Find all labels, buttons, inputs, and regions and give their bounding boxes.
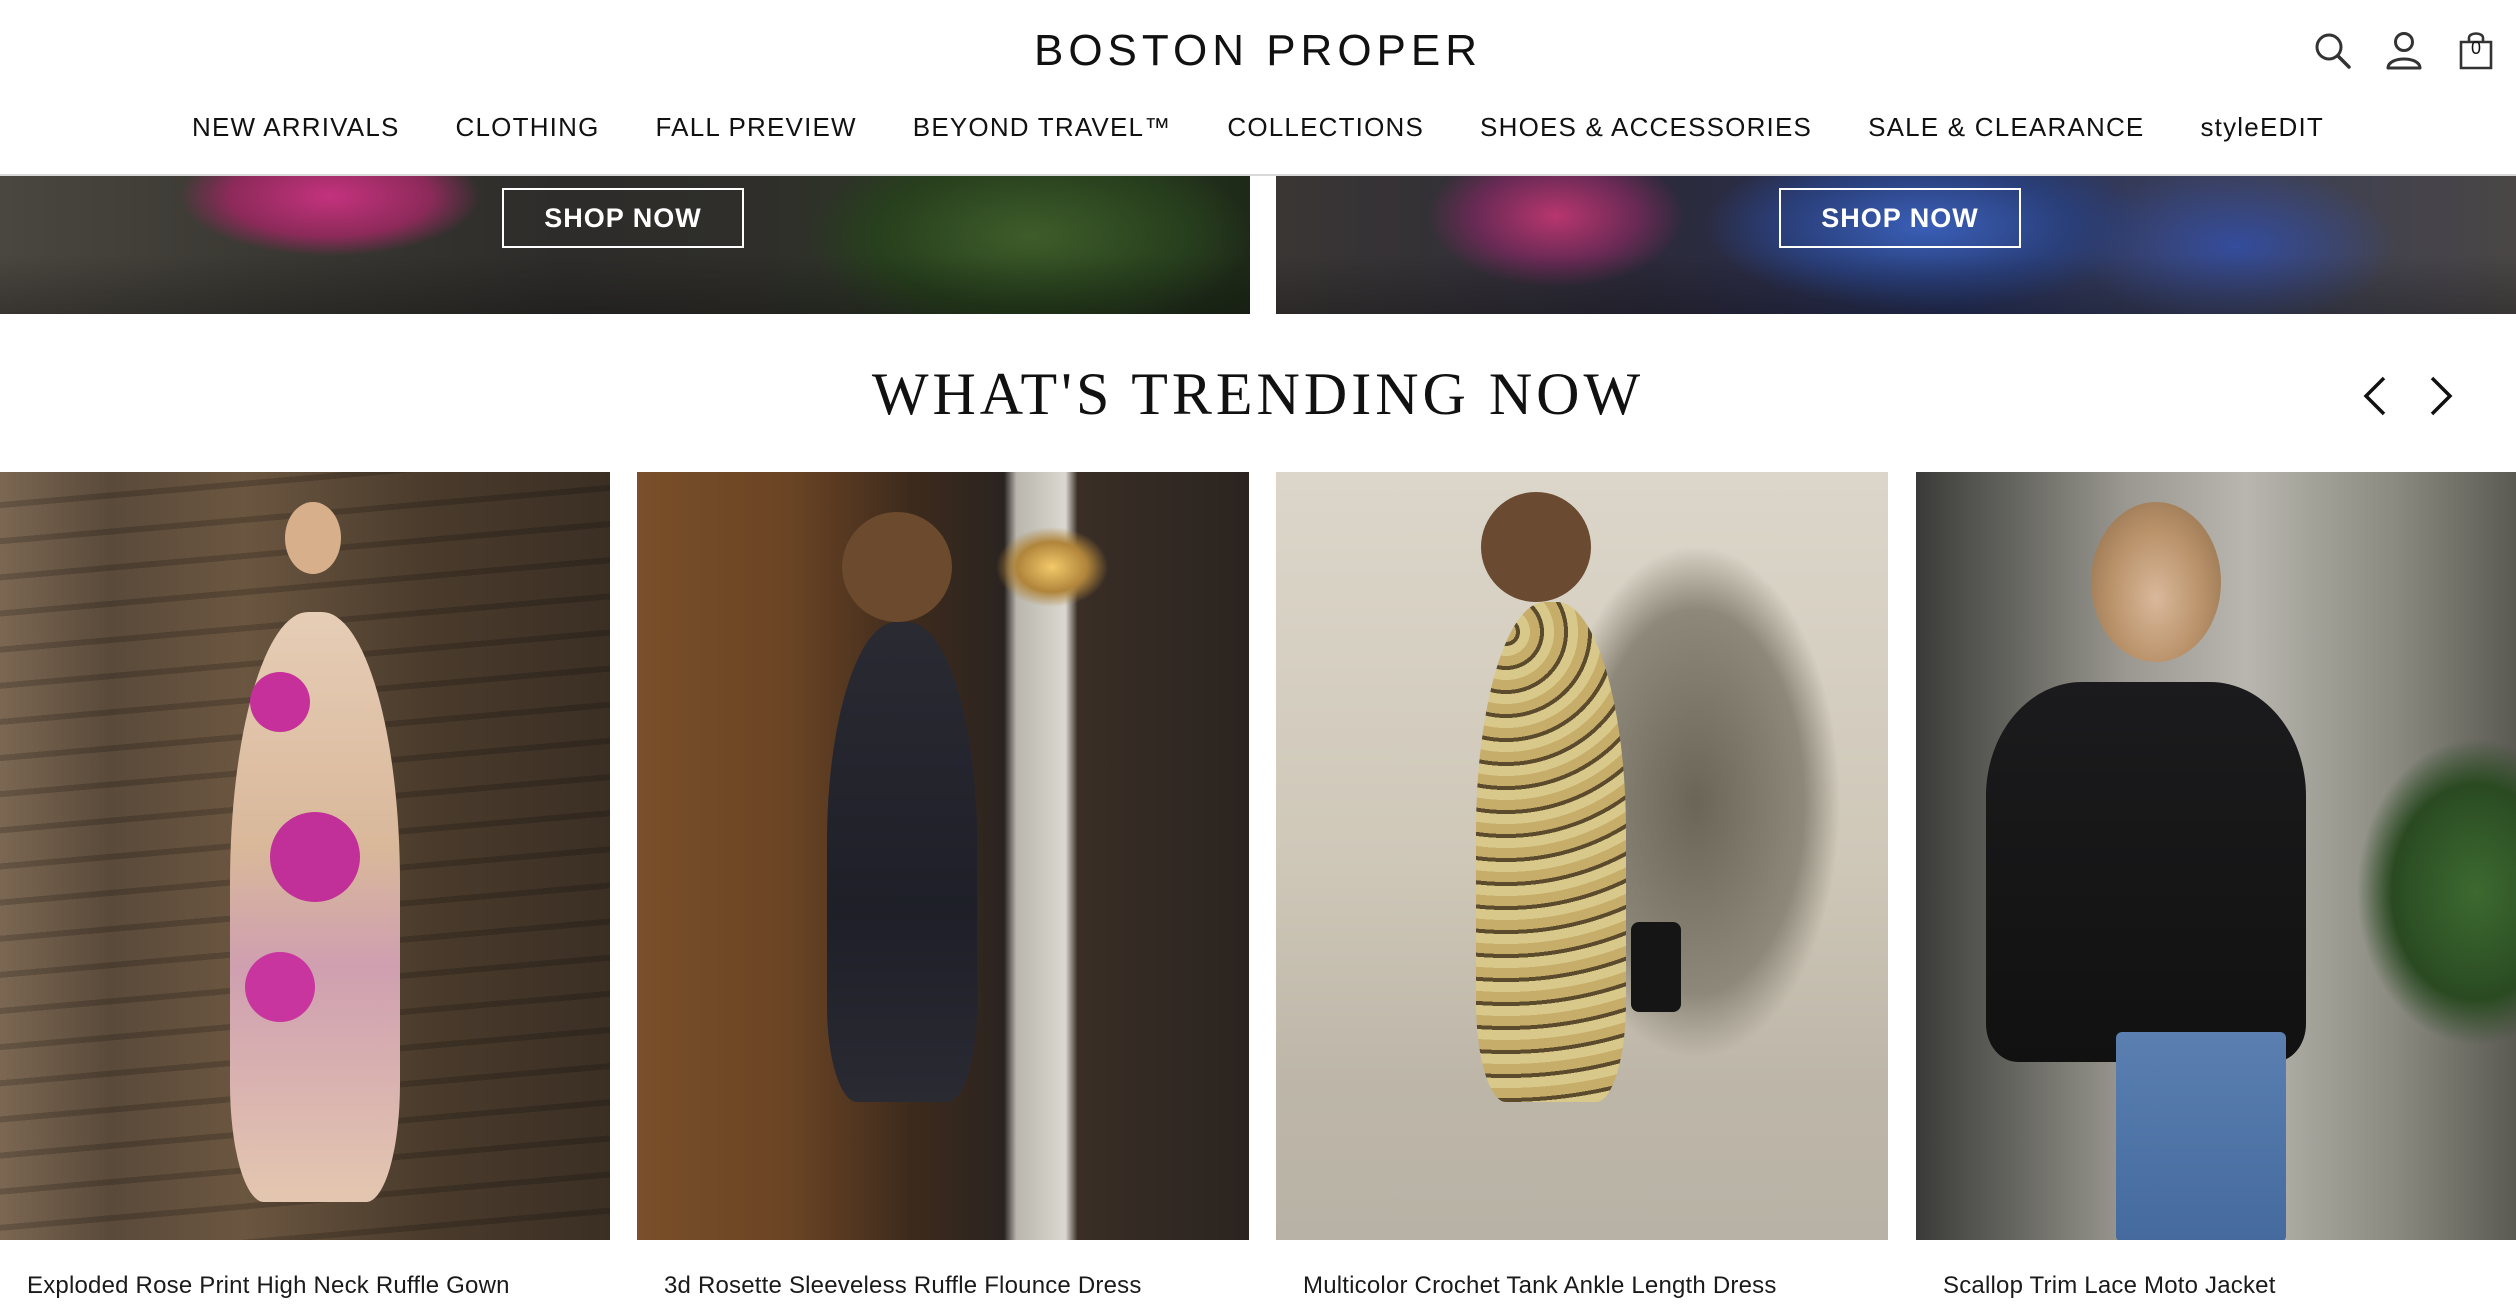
bag-icon[interactable]: 0 xyxy=(2454,28,2498,72)
nav-beyond-travel[interactable]: BEYOND TRAVEL™ xyxy=(913,112,1172,143)
nav-shoes-accessories[interactable]: SHOES & ACCESSORIES xyxy=(1480,112,1812,143)
carousel-prev-arrow-icon[interactable] xyxy=(2354,374,2394,418)
product-card[interactable]: Scallop Trim Lace Moto Jacket xyxy=(1916,472,2516,1316)
product-name[interactable]: 3d Rosette Sleeveless Ruffle Flounce Dre… xyxy=(664,1272,1142,1300)
main-nav: NEW ARRIVALS CLOTHING FALL PREVIEW BEYON… xyxy=(0,112,2516,143)
nav-new-arrivals[interactable]: NEW ARRIVALS xyxy=(192,112,400,143)
model-jacket xyxy=(1986,682,2306,1062)
product-name[interactable]: Multicolor Crochet Tank Ankle Length Dre… xyxy=(1303,1272,1777,1300)
product-image[interactable] xyxy=(1276,472,1888,1240)
shop-now-button-right[interactable]: SHOP NOW xyxy=(1779,188,2021,248)
hero-shade xyxy=(1276,254,2516,314)
search-icon[interactable] xyxy=(2310,28,2354,72)
brand-logo[interactable]: BOSTON PROPER xyxy=(0,26,2516,76)
model-figure xyxy=(1476,602,1626,1102)
model-figure xyxy=(827,622,977,1102)
rose-print xyxy=(270,812,360,902)
handbag xyxy=(1631,922,1681,1012)
product-image[interactable] xyxy=(1916,472,2516,1240)
product-name[interactable]: Exploded Rose Print High Neck Ruffle Gow… xyxy=(27,1272,510,1300)
product-image[interactable] xyxy=(637,472,1249,1240)
nav-sale-clearance[interactable]: SALE & CLEARANCE xyxy=(1868,112,2144,143)
account-icon[interactable] xyxy=(2382,28,2426,72)
product-card[interactable]: 3d Rosette Sleeveless Ruffle Flounce Dre… xyxy=(637,472,1249,1316)
hero-shade xyxy=(0,254,1250,314)
model-head xyxy=(285,502,341,574)
product-card[interactable]: Exploded Rose Print High Neck Ruffle Gow… xyxy=(0,472,610,1316)
hero-banner-left[interactable]: SHOP NOW xyxy=(0,176,1250,314)
nav-collections[interactable]: COLLECTIONS xyxy=(1227,112,1424,143)
model-head xyxy=(2091,502,2221,662)
utility-icons: 0 xyxy=(2310,28,2498,72)
model-head xyxy=(842,512,952,622)
shop-now-button-left[interactable]: SHOP NOW xyxy=(502,188,744,248)
product-card[interactable]: Multicolor Crochet Tank Ankle Length Dre… xyxy=(1276,472,1888,1316)
model-jeans xyxy=(2116,1032,2286,1240)
carousel-next-arrow-icon[interactable] xyxy=(2422,374,2462,418)
product-image[interactable] xyxy=(0,472,610,1240)
nav-fall-preview[interactable]: FALL PREVIEW xyxy=(656,112,857,143)
bag-count: 0 xyxy=(2470,38,2481,58)
product-name[interactable]: Scallop Trim Lace Moto Jacket xyxy=(1943,1272,2276,1300)
site-header: BOSTON PROPER 0 NEW ARRIVALS CLOTHING FA… xyxy=(0,0,2516,176)
nav-styleedit[interactable]: styleEDIT xyxy=(2200,112,2323,143)
hero-banner-right[interactable]: SHOP NOW xyxy=(1276,176,2516,314)
rose-print xyxy=(250,672,310,732)
nav-clothing[interactable]: CLOTHING xyxy=(456,112,600,143)
trending-title: WHAT'S TRENDING NOW xyxy=(871,361,1645,427)
model-head xyxy=(1481,492,1591,602)
rose-print xyxy=(245,952,315,1022)
